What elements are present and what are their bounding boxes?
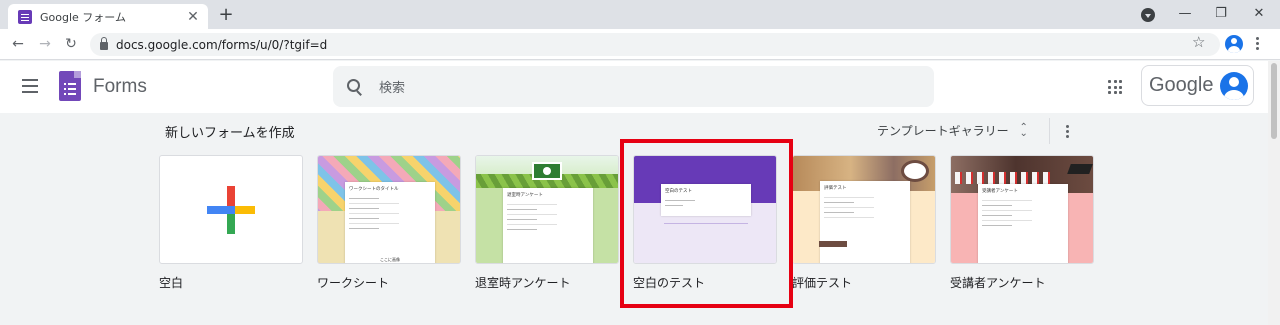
template-gallery-button[interactable]: テンプレートギャラリー ⌃ ⌄: [877, 122, 1029, 139]
close-window-button[interactable]: ✕: [1245, 3, 1273, 25]
template-label: 受講者アンケート: [950, 276, 1046, 290]
toolbar-divider: [1049, 118, 1050, 144]
form-preview-card: ワークシートのタイトル: [345, 182, 435, 263]
form-preview-card: 空白のテスト: [661, 184, 751, 216]
template-blank[interactable]: 空白: [159, 155, 303, 291]
coffee-cup-icon: [901, 160, 929, 182]
lock-icon: [100, 36, 108, 50]
template-worksheet[interactable]: ワークシートのタイトル ここに画像 ワークシート: [317, 155, 461, 291]
reload-button[interactable]: ↻: [61, 34, 81, 54]
maximize-button[interactable]: ❐: [1207, 3, 1235, 25]
browser-profile-avatar[interactable]: [1225, 35, 1243, 53]
template-thumbnail[interactable]: 受講者アンケート: [950, 155, 1094, 264]
browser-menu-icon[interactable]: [1256, 35, 1260, 53]
template-label: 空白のテスト: [633, 276, 706, 290]
browser-tab-strip: Google フォーム ✕ + — ❐ ✕: [0, 0, 1280, 29]
template-label: 退室時アンケート: [475, 276, 571, 290]
tab-close-icon[interactable]: ✕: [184, 8, 202, 26]
search-icon[interactable]: [347, 78, 363, 95]
forms-favicon-icon: [18, 9, 32, 24]
image-placeholder: ここに画像: [345, 257, 435, 263]
template-label: 評価テスト: [792, 276, 853, 290]
google-account-button[interactable]: Google: [1141, 65, 1254, 106]
form-preview-card: 評価テスト: [820, 181, 910, 263]
account-avatar: [1219, 71, 1248, 100]
template-blank-quiz[interactable]: 空白のテスト 空白のテスト: [633, 155, 777, 291]
forms-logo-icon[interactable]: [59, 71, 81, 101]
section-title: 新しいフォームを作成: [165, 126, 295, 141]
more-options-icon[interactable]: [1066, 125, 1070, 140]
google-wordmark: Google: [1149, 74, 1214, 96]
app-name[interactable]: Forms: [93, 76, 147, 98]
template-thumbnail[interactable]: [159, 155, 303, 264]
back-button[interactable]: ←: [8, 34, 28, 54]
form-preview-card: 受講者アンケート: [978, 184, 1068, 263]
new-tab-button[interactable]: +: [215, 4, 237, 26]
browser-toolbar: ← → ↻ docs.google.com/forms/u/0/?tgif=d …: [0, 29, 1280, 60]
google-apps-icon[interactable]: [1108, 80, 1122, 94]
plus-icon: [207, 186, 255, 234]
forward-button[interactable]: →: [35, 34, 55, 54]
form-preview-card: 退室時アンケート: [503, 188, 593, 263]
url-text: docs.google.com/forms/u/0/?tgif=d: [116, 37, 328, 52]
template-label: 空白: [159, 276, 184, 290]
main-menu-icon[interactable]: [22, 79, 38, 93]
template-thumbnail[interactable]: 空白のテスト: [633, 155, 777, 264]
template-thumbnail[interactable]: ワークシートのタイトル ここに画像: [317, 155, 461, 264]
template-evaluation-test[interactable]: 評価テスト 評価テスト: [792, 155, 936, 291]
template-thumbnail[interactable]: 評価テスト: [792, 155, 936, 264]
template-thumbnail[interactable]: 退室時アンケート: [475, 155, 619, 264]
address-bar[interactable]: docs.google.com/forms/u/0/?tgif=d: [90, 33, 1220, 56]
template-student-survey[interactable]: 受講者アンケート 受講者アンケート: [950, 155, 1094, 291]
browser-tab[interactable]: Google フォーム ✕: [8, 4, 208, 29]
exit-sign-icon: [532, 162, 562, 180]
template-label: ワークシート: [317, 276, 390, 290]
page-scrollbar[interactable]: [1268, 61, 1280, 325]
graduation-cap-icon: [1067, 164, 1093, 174]
search-input[interactable]: 検索: [333, 66, 934, 107]
scrollbar-thumb[interactable]: [1271, 63, 1277, 139]
template-exit-ticket[interactable]: 退室時アンケート 退室時アンケート: [475, 155, 619, 291]
tab-title: Google フォーム: [40, 10, 126, 24]
minimize-button[interactable]: —: [1171, 3, 1199, 25]
search-placeholder: 検索: [379, 81, 406, 96]
expand-collapse-icon: ⌃ ⌄: [1019, 121, 1028, 139]
bookmark-star-icon[interactable]: ☆: [1192, 33, 1205, 51]
tab-search-icon[interactable]: [1141, 8, 1155, 22]
forms-header: Forms 検索 Google: [0, 61, 1268, 113]
template-gallery-label: テンプレートギャラリー: [877, 124, 1009, 138]
